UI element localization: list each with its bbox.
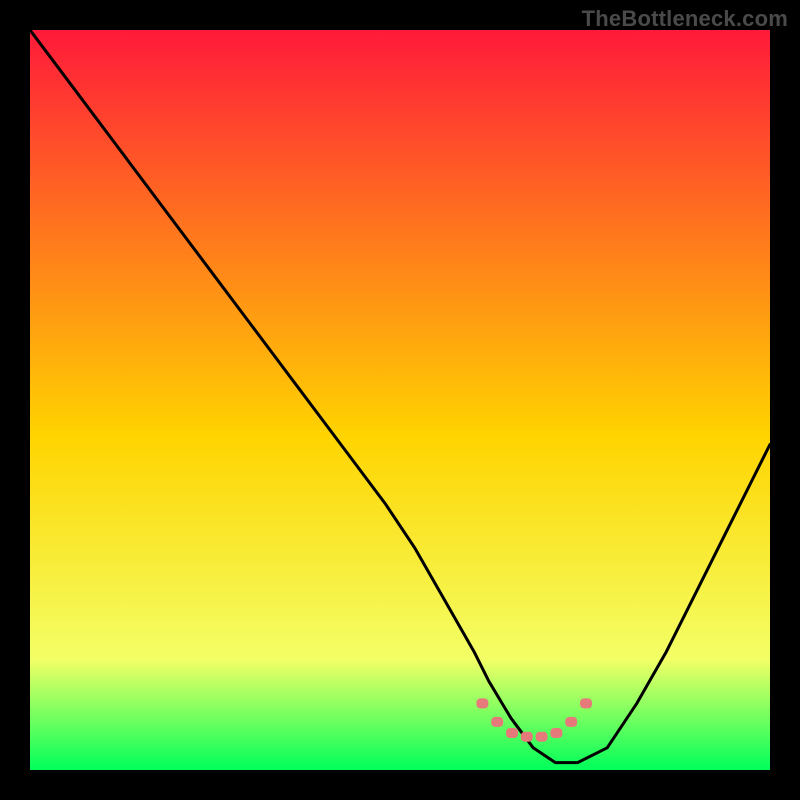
- marker-dot: [550, 728, 562, 738]
- watermark-text: TheBottleneck.com: [582, 6, 788, 32]
- marker-dot: [521, 732, 533, 742]
- marker-dot: [580, 698, 592, 708]
- marker-dot: [506, 728, 518, 738]
- marker-dot: [476, 698, 488, 708]
- marker-dot: [565, 717, 577, 727]
- plot-svg: [30, 30, 770, 770]
- marker-dot: [491, 717, 503, 727]
- chart-canvas: TheBottleneck.com: [0, 0, 800, 800]
- plot-area: [30, 30, 770, 770]
- marker-dot: [536, 732, 548, 742]
- gradient-background: [30, 30, 770, 770]
